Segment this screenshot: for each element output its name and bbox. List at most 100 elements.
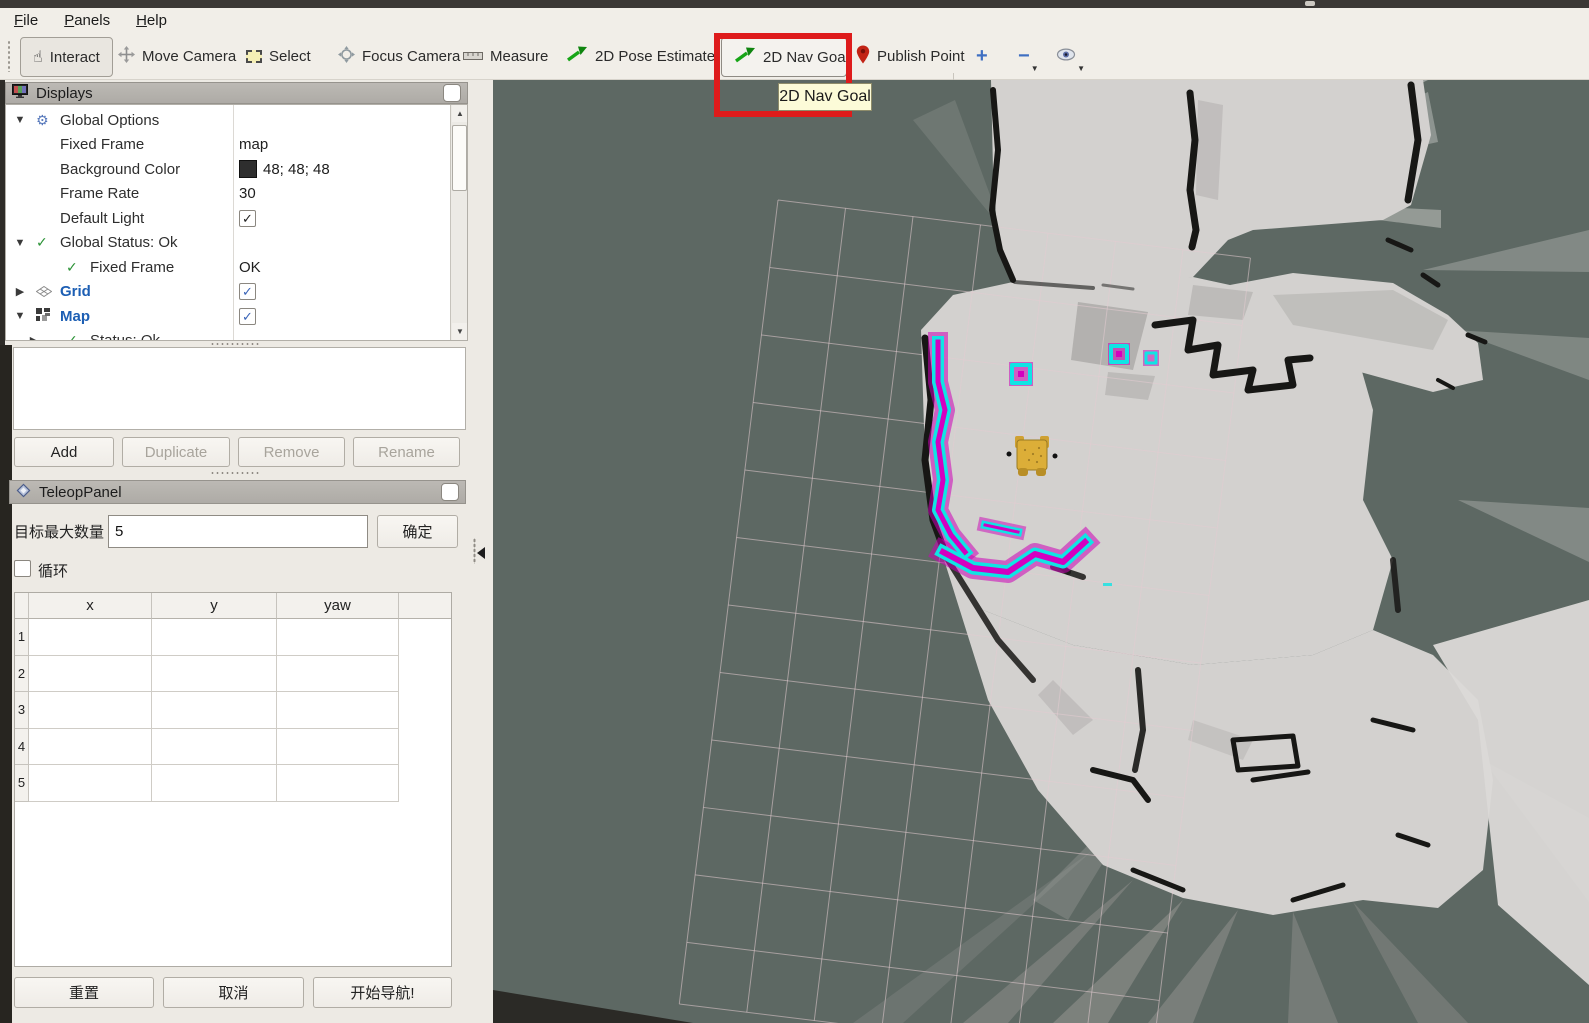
scroll-down-icon[interactable]: ▼ [452,323,468,340]
start-navigation-button[interactable]: 开始导航! [313,977,452,1008]
window-edge [0,345,12,1023]
publish-point-tool-button[interactable]: Publish Point [856,37,965,75]
add-tool-button[interactable]: + [976,37,988,75]
row-header-2: 2 [15,656,29,693]
check-icon: ✓ [66,332,78,341]
default-light-checkbox[interactable]: ✓ [239,210,256,227]
plus-icon: + [976,46,988,66]
splitter-handle[interactable] [210,471,260,475]
chevron-down-icon[interactable]: ▼ [1031,64,1039,73]
tree-row-frame-rate[interactable]: Frame Rate 30 [6,182,467,207]
table-cell[interactable] [29,765,152,802]
tree-row-map[interactable]: ▼ Map ✓ [6,304,467,329]
tree-scrollbar[interactable]: ▲ ▼ [450,105,468,340]
table-cell[interactable] [29,656,152,693]
move-camera-tool-button[interactable]: Move Camera [118,37,236,75]
menu-help[interactable]: Help [136,12,167,29]
move-arrows-icon [118,46,135,67]
map-pin-icon [856,45,870,68]
select-tool-button[interactable]: Select [246,37,311,75]
scrollbar-thumb[interactable] [452,125,467,191]
reset-button[interactable]: 重置 [14,977,154,1008]
table-cell[interactable] [29,619,152,656]
measure-tool-button[interactable]: Measure [463,37,548,75]
selection-box-icon [246,50,262,63]
table-cell[interactable] [152,619,277,656]
scroll-up-icon[interactable]: ▲ [452,105,468,122]
column-header-y: y [152,593,277,619]
tree-row-fixed-frame-status[interactable]: ✓ Fixed Frame OK [6,255,467,280]
table-cell[interactable] [29,692,152,729]
row-header-3: 3 [15,692,29,729]
collapse-expander[interactable]: ▼ [14,310,26,322]
obstacle-single [1143,350,1159,366]
color-swatch [239,160,257,178]
collapse-panel-icon[interactable] [477,547,485,559]
tree-row-global-status[interactable]: ▼ ✓ Global Status: Ok [6,231,467,256]
tree-row-fixed-frame[interactable]: Fixed Frame map [6,133,467,158]
eye-icon [1056,48,1076,65]
obstacle-single [1108,343,1130,365]
column-header-x: x [29,593,152,619]
chevron-down-icon[interactable]: ▼ [1077,64,1085,73]
displays-panel-header: Displays [5,82,468,104]
check-icon: ✓ [66,259,78,276]
teleop-panel-checkbox[interactable] [441,483,459,501]
rviz-window: File Panels Help ☝ Interact Move Camera … [0,0,1589,1023]
expand-expander[interactable]: ▶ [14,285,26,298]
table-cell[interactable] [277,765,399,802]
table-cell[interactable] [152,656,277,693]
remove-display-button: Remove [238,437,345,467]
nav-goal-tooltip: 2D Nav Goal [778,83,872,111]
max-targets-input[interactable] [108,515,368,548]
tree-row-map-status[interactable]: ▶ ✓ Status: Ok [6,329,467,342]
table-cell[interactable] [152,692,277,729]
table-header-filler [399,593,451,619]
obstacle-single [1009,362,1033,386]
tree-row-background-color[interactable]: Background Color 48; 48; 48 [6,157,467,182]
tree-row-global-options[interactable]: ▼ ⚙ Global Options [6,108,467,133]
splitter-handle[interactable] [210,342,260,346]
map-checkbox[interactable]: ✓ [239,308,256,325]
table-cell[interactable] [152,729,277,766]
titlebar-icon [1305,1,1315,6]
loop-checkbox[interactable] [14,560,31,577]
menubar: File Panels Help [0,8,1589,33]
remove-tool-button[interactable]: − ▼ [1018,37,1030,75]
pose-estimate-tool-button[interactable]: 2D Pose Estimate [566,37,715,75]
toolbar-drag-handle[interactable] [7,40,12,72]
collapse-expander[interactable]: ▼ [14,237,26,249]
fixed-frame-value[interactable]: map [239,136,268,153]
table-cell[interactable] [277,656,399,693]
table-cell[interactable] [277,692,399,729]
crosshair-icon [338,46,355,67]
focus-camera-tool-button[interactable]: Focus Camera [338,37,460,75]
tree-row-default-light[interactable]: Default Light ✓ [6,206,467,231]
panel-splitter-grip[interactable] [473,538,476,564]
expand-expander[interactable]: ▶ [28,334,40,341]
background-color-value[interactable]: 48; 48; 48 [239,160,330,178]
displays-icon [12,84,28,102]
table-cell[interactable] [277,729,399,766]
collapse-expander[interactable]: ▼ [14,114,26,126]
table-cell[interactable] [29,729,152,766]
waypoint-table: x y yaw 1 2 3 4 5 [14,592,452,967]
menu-panels[interactable]: Panels [64,12,110,29]
table-cell[interactable] [152,765,277,802]
table-cell[interactable] [277,619,399,656]
check-icon: ✓ [36,234,48,251]
3d-viewport[interactable] [493,80,1589,1023]
tree-row-grid[interactable]: ▶ Grid ✓ [6,280,467,305]
grid-checkbox[interactable]: ✓ [239,283,256,300]
menu-file[interactable]: File [14,12,38,29]
3d-viewport-canvas[interactable] [493,80,1589,1023]
row-header-1: 1 [15,619,29,656]
frame-rate-value[interactable]: 30 [239,185,256,202]
interact-tool-button[interactable]: ☝ Interact [20,37,113,77]
cancel-button[interactable]: 取消 [163,977,304,1008]
gear-icon: ⚙ [36,112,49,129]
add-display-button[interactable]: Add [14,437,114,467]
visibility-tool-button[interactable]: ▼ [1056,37,1076,75]
confirm-button[interactable]: 确定 [377,515,458,548]
displays-panel-checkbox[interactable] [443,84,461,102]
